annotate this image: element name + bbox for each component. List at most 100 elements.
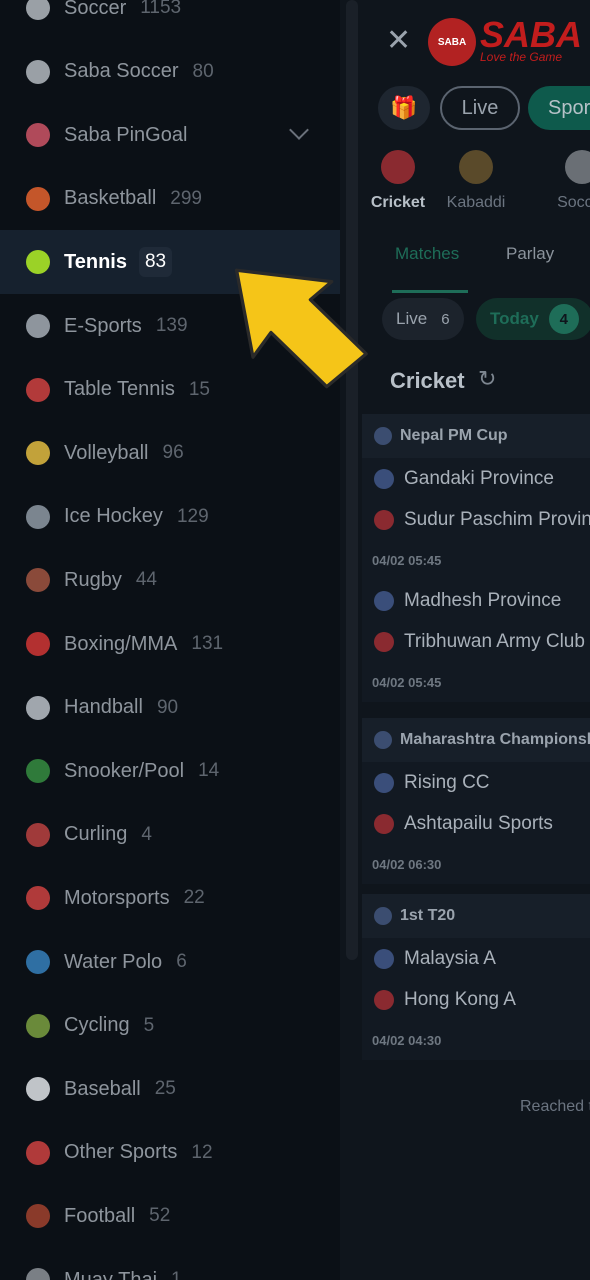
team-row[interactable]: Gandaki Province <box>362 458 590 499</box>
sports-pill[interactable]: Sports <box>528 86 590 130</box>
boxing-icon <box>26 632 50 656</box>
sidebar-item-label: E-Sports <box>64 314 142 337</box>
league-card: Maharashtra Championship Rising CC Ashta… <box>362 718 590 884</box>
section-title: Cricket <box>390 368 465 393</box>
sidebar-item-rugby[interactable]: Rugby 44 <box>0 548 340 612</box>
soccer-icon <box>26 0 50 20</box>
league-card: Nepal PM Cup Gandaki Province Sudur Pasc… <box>362 414 590 702</box>
motorsports-icon <box>26 886 50 911</box>
sidebar-item-count: 25 <box>154 1078 176 1100</box>
sidebar-item-snooker-pool[interactable]: Snooker/Pool 14 <box>0 739 340 803</box>
sidebar-item-saba-soccer[interactable]: Saba Soccer 80 <box>0 40 340 104</box>
football-icon <box>26 1204 50 1229</box>
sidebar-item-muay-thai[interactable]: Muay Thai 1 <box>0 1248 340 1280</box>
sidebar-item-label: Basketball <box>64 187 157 210</box>
team-name: Gandaki Province <box>404 467 554 489</box>
team-row[interactable]: Madhesh Province <box>362 580 590 621</box>
sidebar-item-boxing-mma[interactable]: Boxing/MMA 131 <box>0 612 340 676</box>
gift-icon[interactable]: 🎁 <box>378 86 430 130</box>
league-name: 1st T20 <box>400 907 456 924</box>
team-row[interactable]: Sudur Paschim Province <box>362 499 590 540</box>
sidebar-item-football[interactable]: Football 52 <box>0 1184 340 1248</box>
sports-drawer: Soccer 1153 Saba Soccer 80 Saba PinGoal Baske… <box>0 0 340 1280</box>
team-icon <box>374 989 394 1010</box>
sidebar-item-count: 129 <box>176 505 209 527</box>
team-row[interactable]: Rising CC <box>362 762 590 803</box>
handball-icon <box>26 695 50 720</box>
sidebar-item-label: Other Sports <box>64 1141 178 1164</box>
team-row[interactable]: Malaysia A <box>362 938 590 979</box>
sidebar-item-label: Snooker/Pool <box>64 759 185 782</box>
match-time: 04/02 05:45 <box>372 552 442 568</box>
team-name: Tribhuwan Army Club <box>404 630 585 652</box>
sidebar-item-handball[interactable]: Handball 90 <box>0 676 340 740</box>
refresh-icon[interactable]: ↻ <box>478 366 496 392</box>
tab-soccer-label: Soccer <box>557 194 590 211</box>
other-sports-icon <box>26 1140 50 1165</box>
sidebar-item-count: 6 <box>176 951 187 972</box>
match-time: 04/02 05:45 <box>372 674 442 690</box>
filter-today-label: Today <box>490 309 539 328</box>
team-icon <box>374 631 394 652</box>
sidebar-item-count: 12 <box>191 1141 213 1163</box>
tab-soccer[interactable]: Soccer <box>546 150 590 212</box>
league-header[interactable]: 1st T20 <box>362 894 590 938</box>
rugby-icon <box>26 568 50 593</box>
sidebar-item-label: Curling <box>64 823 128 846</box>
basketball-icon <box>26 186 50 211</box>
close-icon[interactable]: ✕ <box>386 26 411 56</box>
tab-kabaddi[interactable]: Kabaddi <box>440 150 512 212</box>
team-name: Rising CC <box>404 771 490 793</box>
sidebar-item-volleyball[interactable]: Volleyball 96 <box>0 421 340 485</box>
sidebar-item-count: 52 <box>149 1205 171 1227</box>
match-time: 04/02 06:30 <box>372 856 442 872</box>
snooker-icon <box>26 759 50 784</box>
sidebar-item-soccer[interactable]: Soccer 1153 <box>0 0 340 40</box>
league-icon <box>374 427 392 445</box>
sidebar-item-water-polo[interactable]: Water Polo 6 <box>0 930 340 994</box>
sidebar-item-label: Saba Soccer <box>64 60 179 83</box>
chevron-down-icon[interactable] <box>289 120 309 141</box>
live-pill[interactable]: Live <box>440 86 520 130</box>
sidebar-item-label: Volleyball <box>64 441 149 464</box>
sidebar-item-curling[interactable]: Curling 4 <box>0 803 340 867</box>
table-tennis-icon <box>26 377 50 402</box>
filter-live[interactable]: Live 6 <box>382 298 464 340</box>
sidebar-item-label: Rugby <box>64 568 122 591</box>
drawer-scrollbar[interactable] <box>346 0 358 960</box>
sidebar-item-label: Water Polo <box>64 950 163 973</box>
team-icon <box>374 772 394 793</box>
sidebar-item-other-sports[interactable]: Other Sports 12 <box>0 1121 340 1185</box>
sidebar-item-baseball[interactable]: Baseball 25 <box>0 1057 340 1121</box>
baseball-icon <box>26 1077 50 1102</box>
league-header[interactable]: Nepal PM Cup <box>362 414 590 458</box>
sidebar-item-motorsports[interactable]: Motorsports 22 <box>0 866 340 930</box>
sidebar-item-saba-pingoal[interactable]: Saba PinGoal <box>0 103 340 167</box>
muay-thai-icon <box>26 1268 50 1280</box>
sidebar-item-ice-hockey[interactable]: Ice Hockey 129 <box>0 485 340 549</box>
main-panel: ✕ SABA SABA Love the Game 🎁 Live Sports … <box>340 0 590 1280</box>
sidebar-item-count: 96 <box>162 442 184 464</box>
league-header[interactable]: Maharashtra Championship <box>362 718 590 762</box>
tab-cricket-label: Cricket <box>370 194 426 211</box>
sidebar-item-label: Motorsports <box>64 886 170 909</box>
team-icon <box>374 590 394 611</box>
sidebar-item-count: 15 <box>188 378 210 400</box>
sidebar-item-label: Cycling <box>64 1014 130 1037</box>
team-row[interactable]: Tribhuwan Army Club <box>362 621 590 662</box>
team-row[interactable]: Hong Kong A <box>362 979 590 1020</box>
tab-cricket[interactable]: Cricket <box>362 150 434 212</box>
kabaddi-icon <box>459 150 493 184</box>
team-row[interactable]: Ashtapailu Sports <box>362 803 590 844</box>
filter-today[interactable]: Today 4 <box>476 298 590 340</box>
sidebar-item-count: 80 <box>192 60 214 82</box>
match-time: 04/02 04:30 <box>372 1032 442 1048</box>
sidebar-item-cycling[interactable]: Cycling 5 <box>0 994 340 1058</box>
tab-matches[interactable]: Matches <box>395 244 459 264</box>
league-name: Maharashtra Championship <box>400 731 590 748</box>
sidebar-item-label: Football <box>64 1204 136 1227</box>
sidebar-item-label: Table Tennis <box>64 378 175 401</box>
tab-parlay[interactable]: Parlay <box>506 244 554 264</box>
sidebar-item-basketball[interactable]: Basketball 299 <box>0 167 340 231</box>
saba-soccer-icon <box>26 59 50 84</box>
